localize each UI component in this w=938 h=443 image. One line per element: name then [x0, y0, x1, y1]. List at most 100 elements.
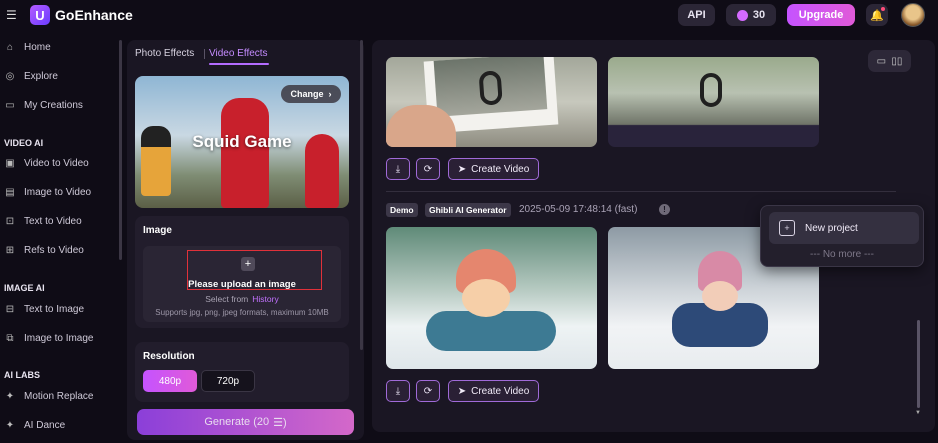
brand-name[interactable]: GoEnhance	[55, 7, 133, 23]
sidebar-item-home[interactable]: ⌂ Home	[4, 37, 51, 57]
new-project-label: New project	[805, 222, 858, 234]
sidebar-item-my-creations[interactable]: ▭ My Creations	[4, 95, 83, 115]
chevron-right-icon: ›	[328, 89, 332, 99]
history-link[interactable]: History	[252, 294, 278, 304]
hand-shape	[386, 105, 456, 147]
resolution-480p-button[interactable]: 480p	[143, 370, 197, 392]
user-avatar[interactable]	[901, 3, 925, 27]
resolution-section: Resolution 480p 720p	[135, 342, 349, 402]
tag-demo: Demo	[386, 203, 418, 217]
api-button[interactable]: API	[678, 4, 715, 26]
plus-icon[interactable]: +	[241, 257, 255, 271]
list-view-icon[interactable]: ▭	[877, 56, 886, 67]
text-video-icon: ⊡	[5, 215, 15, 227]
effects-panel: Photo Effects Video Effects Squid Game C…	[127, 40, 364, 440]
notifications-button[interactable]: 🔔	[866, 4, 888, 26]
result-thumbnail[interactable]	[608, 57, 819, 147]
view-toggle[interactable]: ▭ ▯▯	[868, 50, 911, 72]
section-ai-labs: AI LABS	[4, 370, 40, 380]
sidebar-item-motion-replace[interactable]: ✦ Motion Replace	[4, 386, 94, 406]
tag-generator: Ghibli AI Generator	[425, 203, 511, 217]
create-video-button[interactable]: ➤ Create Video	[448, 380, 539, 402]
sidebar-item-label: Video to Video	[24, 157, 89, 169]
top-bar: ☰ U GoEnhance API 30 Upgrade 🔔	[0, 0, 938, 32]
resolution-720p-button[interactable]: 720p	[201, 370, 255, 392]
notification-dot	[881, 7, 885, 11]
bike-wheel	[700, 73, 722, 107]
tab-separator	[204, 49, 205, 59]
sidebar-item-explore[interactable]: ◎ Explore	[4, 66, 58, 86]
sidebar-item-refs-to-video[interactable]: ⊞ Refs to Video	[4, 240, 84, 260]
entry-timestamp: 2025-05-09 17:48:14 (fast)	[519, 204, 638, 215]
create-video-button[interactable]: ➤ Create Video	[448, 158, 539, 180]
download-icon: ⤓	[395, 385, 401, 397]
refresh-icon: ⟳	[423, 385, 433, 397]
home-icon: ⌂	[6, 41, 14, 53]
scroll-down-arrow-icon[interactable]: ▼	[915, 410, 921, 416]
download-button[interactable]: ⤓	[386, 158, 410, 180]
upgrade-button[interactable]: Upgrade	[787, 4, 855, 26]
girl-face	[702, 281, 738, 311]
no-more-label: --- No more ---	[810, 249, 874, 260]
polaroid-photo	[433, 57, 548, 117]
upload-label[interactable]: Please upload an image	[143, 279, 341, 290]
goenhance-logo-icon[interactable]: U	[30, 5, 50, 25]
sidebar-item-label: Image to Image	[24, 332, 94, 344]
image-section: Image + Please upload an image Select fr…	[135, 216, 349, 328]
sidebar-item-text-to-image[interactable]: ⊟ Text to Image	[4, 299, 84, 319]
generate-button[interactable]: Generate (20 ☰)	[137, 409, 354, 435]
sidebar-item-label: Text to Video	[24, 215, 82, 227]
regenerate-button[interactable]: ⟳	[416, 380, 440, 402]
tab-photo-effects[interactable]: Photo Effects	[135, 48, 194, 59]
new-project-item[interactable]: + New project	[769, 212, 919, 244]
generate-label: Generate (20	[204, 416, 270, 428]
new-project-icon: +	[779, 220, 795, 236]
send-icon: ➤	[457, 385, 467, 397]
sidebar-item-text-to-video[interactable]: ⊡ Text to Video	[4, 211, 82, 231]
image-upload-area[interactable]: + Please upload an image Select from Hist…	[143, 246, 341, 322]
sidebar-item-ai-dance[interactable]: ✦ AI Dance	[4, 415, 65, 435]
credits-coin-icon	[736, 9, 748, 21]
sidebar-item-label: Explore	[24, 70, 58, 82]
image-section-title: Image	[143, 225, 172, 236]
change-effect-button[interactable]: Change ›	[281, 85, 341, 103]
sidebar-item-image-to-image[interactable]: ⧉ Image to Image	[4, 328, 93, 348]
effect-preview[interactable]: Squid Game Change ›	[135, 76, 349, 208]
credits-stack-icon: ☰)	[273, 416, 287, 429]
grid-view-icon[interactable]: ▯▯	[891, 56, 902, 67]
sidebar-item-video-to-video[interactable]: ▣ Video to Video	[4, 153, 89, 173]
tab-video-effects[interactable]: Video Effects	[209, 48, 268, 59]
sidebar-item-label: Text to Image	[24, 303, 85, 315]
info-icon[interactable]: !	[659, 204, 670, 215]
sidebar-toggle-icon[interactable]: ☰	[6, 8, 20, 22]
sidebar: ⌂ Home ◎ Explore ▭ My Creations VIDEO AI…	[0, 32, 120, 443]
section-video-ai: VIDEO AI	[4, 138, 44, 148]
sparkle-icon: ✦	[5, 390, 15, 402]
download-icon: ⤓	[395, 163, 401, 175]
sidebar-item-image-to-video[interactable]: ▤ Image to Video	[4, 182, 91, 202]
change-label: Change	[290, 89, 324, 99]
select-from-label: Select from	[205, 294, 249, 304]
panel-scrollbar[interactable]	[360, 40, 363, 350]
anime-girl-body	[426, 311, 556, 351]
sidebar-item-label: My Creations	[24, 99, 83, 111]
video-icon: ▣	[5, 157, 15, 169]
send-icon: ➤	[457, 163, 467, 175]
sidebar-item-label: Home	[24, 41, 51, 53]
credits-button[interactable]: 30	[726, 4, 776, 26]
sidebar-item-label: AI Dance	[24, 419, 66, 431]
preview-guard-figure	[221, 98, 269, 208]
project-popup: + New project --- No more ---	[760, 205, 924, 267]
refs-icon: ⊞	[5, 244, 15, 256]
result-thumbnail[interactable]	[386, 57, 597, 147]
entry-divider	[386, 191, 896, 192]
gallery-scrollbar[interactable]	[917, 320, 920, 408]
sparkle-icon: ✦	[5, 419, 15, 431]
resolution-title: Resolution	[143, 351, 195, 362]
image-video-icon: ▤	[5, 186, 15, 198]
result-thumbnail[interactable]	[386, 227, 597, 369]
credits-count: 30	[752, 9, 766, 21]
download-button[interactable]: ⤓	[386, 380, 410, 402]
sidebar-scrollbar[interactable]	[119, 40, 122, 260]
regenerate-button[interactable]: ⟳	[416, 158, 440, 180]
